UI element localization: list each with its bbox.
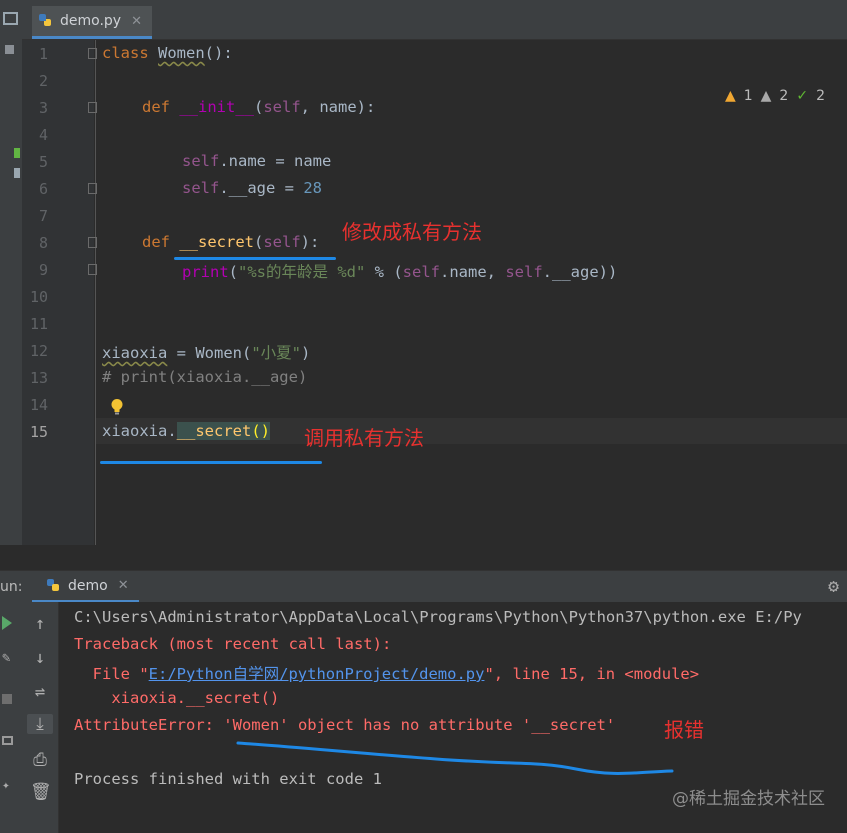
fold-marker-icon[interactable] bbox=[88, 183, 97, 194]
fold-marker-icon[interactable] bbox=[88, 48, 97, 59]
lightbulb-icon[interactable] bbox=[110, 398, 124, 416]
soft-wrap-icon[interactable]: ⇌ bbox=[30, 682, 50, 702]
tab-demo-py[interactable]: demo.py ✕ bbox=[32, 6, 152, 39]
tab-label: demo.py bbox=[60, 13, 122, 29]
changes-icon[interactable] bbox=[14, 168, 20, 178]
layout-icon[interactable] bbox=[2, 736, 13, 745]
line-number: 7 bbox=[38, 207, 48, 225]
run-toolbar: ↑ ↓ ⇌ ⤓ ⎙ 🗑 bbox=[22, 602, 59, 833]
line-number: 2 bbox=[38, 72, 48, 90]
line-number: 4 bbox=[38, 126, 48, 144]
code-line-1: class Women(): bbox=[102, 44, 233, 62]
run-tab-demo[interactable]: demo ✕ bbox=[32, 571, 139, 603]
line-number: 3 bbox=[38, 99, 48, 117]
typo-check-icon: ✓ bbox=[796, 88, 809, 104]
editor-tab-bar: demo.py ✕ bbox=[22, 0, 847, 40]
console-line: AttributeError: 'Women' object has no at… bbox=[74, 716, 616, 734]
wrench-icon[interactable]: ✎ bbox=[2, 650, 10, 666]
close-tab-icon[interactable]: ✕ bbox=[131, 14, 142, 29]
code-line-5: self.name = name bbox=[182, 152, 332, 170]
line-number: 14 bbox=[29, 396, 48, 414]
scroll-to-end-icon[interactable]: ⤓ bbox=[27, 714, 53, 734]
line-number-gutter: 1 2 3 4 5 6 7 8 9 10 11 12 13 14 15 bbox=[22, 40, 94, 545]
code-line-15: xiaoxia.__secret() bbox=[102, 422, 270, 440]
python-icon bbox=[47, 578, 59, 591]
arrow-down-icon[interactable]: ↓ bbox=[30, 648, 50, 668]
line-number: 1 bbox=[38, 45, 48, 63]
fold-marker-icon[interactable] bbox=[88, 264, 97, 275]
python-file-icon bbox=[39, 14, 51, 26]
fold-marker-icon[interactable] bbox=[88, 237, 97, 248]
underline-mark bbox=[174, 257, 336, 260]
left-tool-strip bbox=[0, 0, 23, 570]
rerun-icon[interactable] bbox=[2, 616, 12, 630]
underline-mark bbox=[236, 741, 674, 775]
weak-warning-icon: ▲ bbox=[760, 88, 772, 104]
code-line-6: self.__age = 28 bbox=[182, 179, 322, 197]
line-number: 13 bbox=[29, 369, 48, 387]
pin-icon[interactable]: ✦ bbox=[2, 778, 10, 793]
console-line: C:\Users\Administrator\AppData\Local\Pro… bbox=[74, 608, 802, 626]
commit-icon[interactable] bbox=[14, 148, 20, 158]
annotation-call-private: 调用私有方法 bbox=[304, 426, 424, 450]
structure-icon[interactable] bbox=[5, 45, 14, 54]
line-number: 11 bbox=[29, 315, 48, 333]
inspection-widget[interactable]: ▲ 1 ▲ 2 ✓ 2 bbox=[725, 88, 825, 104]
run-left-strip: ✎ ✦ bbox=[0, 602, 22, 833]
arrow-up-icon[interactable]: ↑ bbox=[30, 614, 50, 634]
trash-icon[interactable]: 🗑 bbox=[30, 782, 52, 802]
console-line: xiaoxia.__secret() bbox=[74, 689, 280, 707]
line-number: 9 bbox=[38, 261, 48, 279]
warning-icon: ▲ bbox=[724, 88, 736, 104]
project-icon[interactable] bbox=[3, 12, 18, 25]
typo-count: 2 bbox=[816, 88, 825, 104]
code-line-3: def __init__(self, name): bbox=[142, 98, 376, 116]
line-number: 6 bbox=[38, 180, 48, 198]
warning-count: 1 bbox=[743, 88, 753, 104]
console-line: Traceback (most recent call last): bbox=[74, 635, 392, 653]
run-label: un: bbox=[0, 579, 23, 595]
code-line-8: def __secret(self): bbox=[142, 233, 320, 251]
run-tab-label: demo bbox=[68, 577, 108, 594]
line-number: 10 bbox=[29, 288, 48, 306]
gear-icon[interactable]: ⚙ bbox=[828, 576, 839, 597]
annotation-private-method: 修改成私有方法 bbox=[342, 220, 482, 244]
code-line-9: print("%s的年龄是 %d" % (self.name, self.__a… bbox=[182, 263, 618, 281]
code-editor[interactable]: class Women(): def __init__(self, name):… bbox=[88, 40, 847, 545]
console-line: File "E:/Python自学网/pythonProject/demo.py… bbox=[74, 665, 700, 683]
code-line-13-comment: # print(xiaoxia.__age) bbox=[102, 368, 308, 386]
print-icon[interactable]: ⎙ bbox=[30, 750, 50, 770]
line-number-current: 15 bbox=[29, 423, 48, 441]
stop-icon[interactable] bbox=[2, 694, 12, 704]
watermark: @稀土掘金技术社区 bbox=[672, 789, 825, 809]
weak-warning-count: 2 bbox=[779, 88, 789, 104]
run-panel-header: un: demo ✕ bbox=[0, 570, 847, 603]
fold-marker-icon[interactable] bbox=[88, 102, 97, 113]
code-line-12: xiaoxia = Women("小夏") bbox=[102, 344, 311, 362]
underline-mark bbox=[100, 461, 322, 464]
line-number: 12 bbox=[29, 342, 48, 360]
panel-divider[interactable] bbox=[0, 545, 847, 570]
file-link[interactable]: E:/Python自学网/pythonProject/demo.py bbox=[149, 665, 485, 683]
line-number: 8 bbox=[38, 234, 48, 252]
line-number: 5 bbox=[38, 153, 48, 171]
close-run-tab-icon[interactable]: ✕ bbox=[118, 578, 129, 593]
